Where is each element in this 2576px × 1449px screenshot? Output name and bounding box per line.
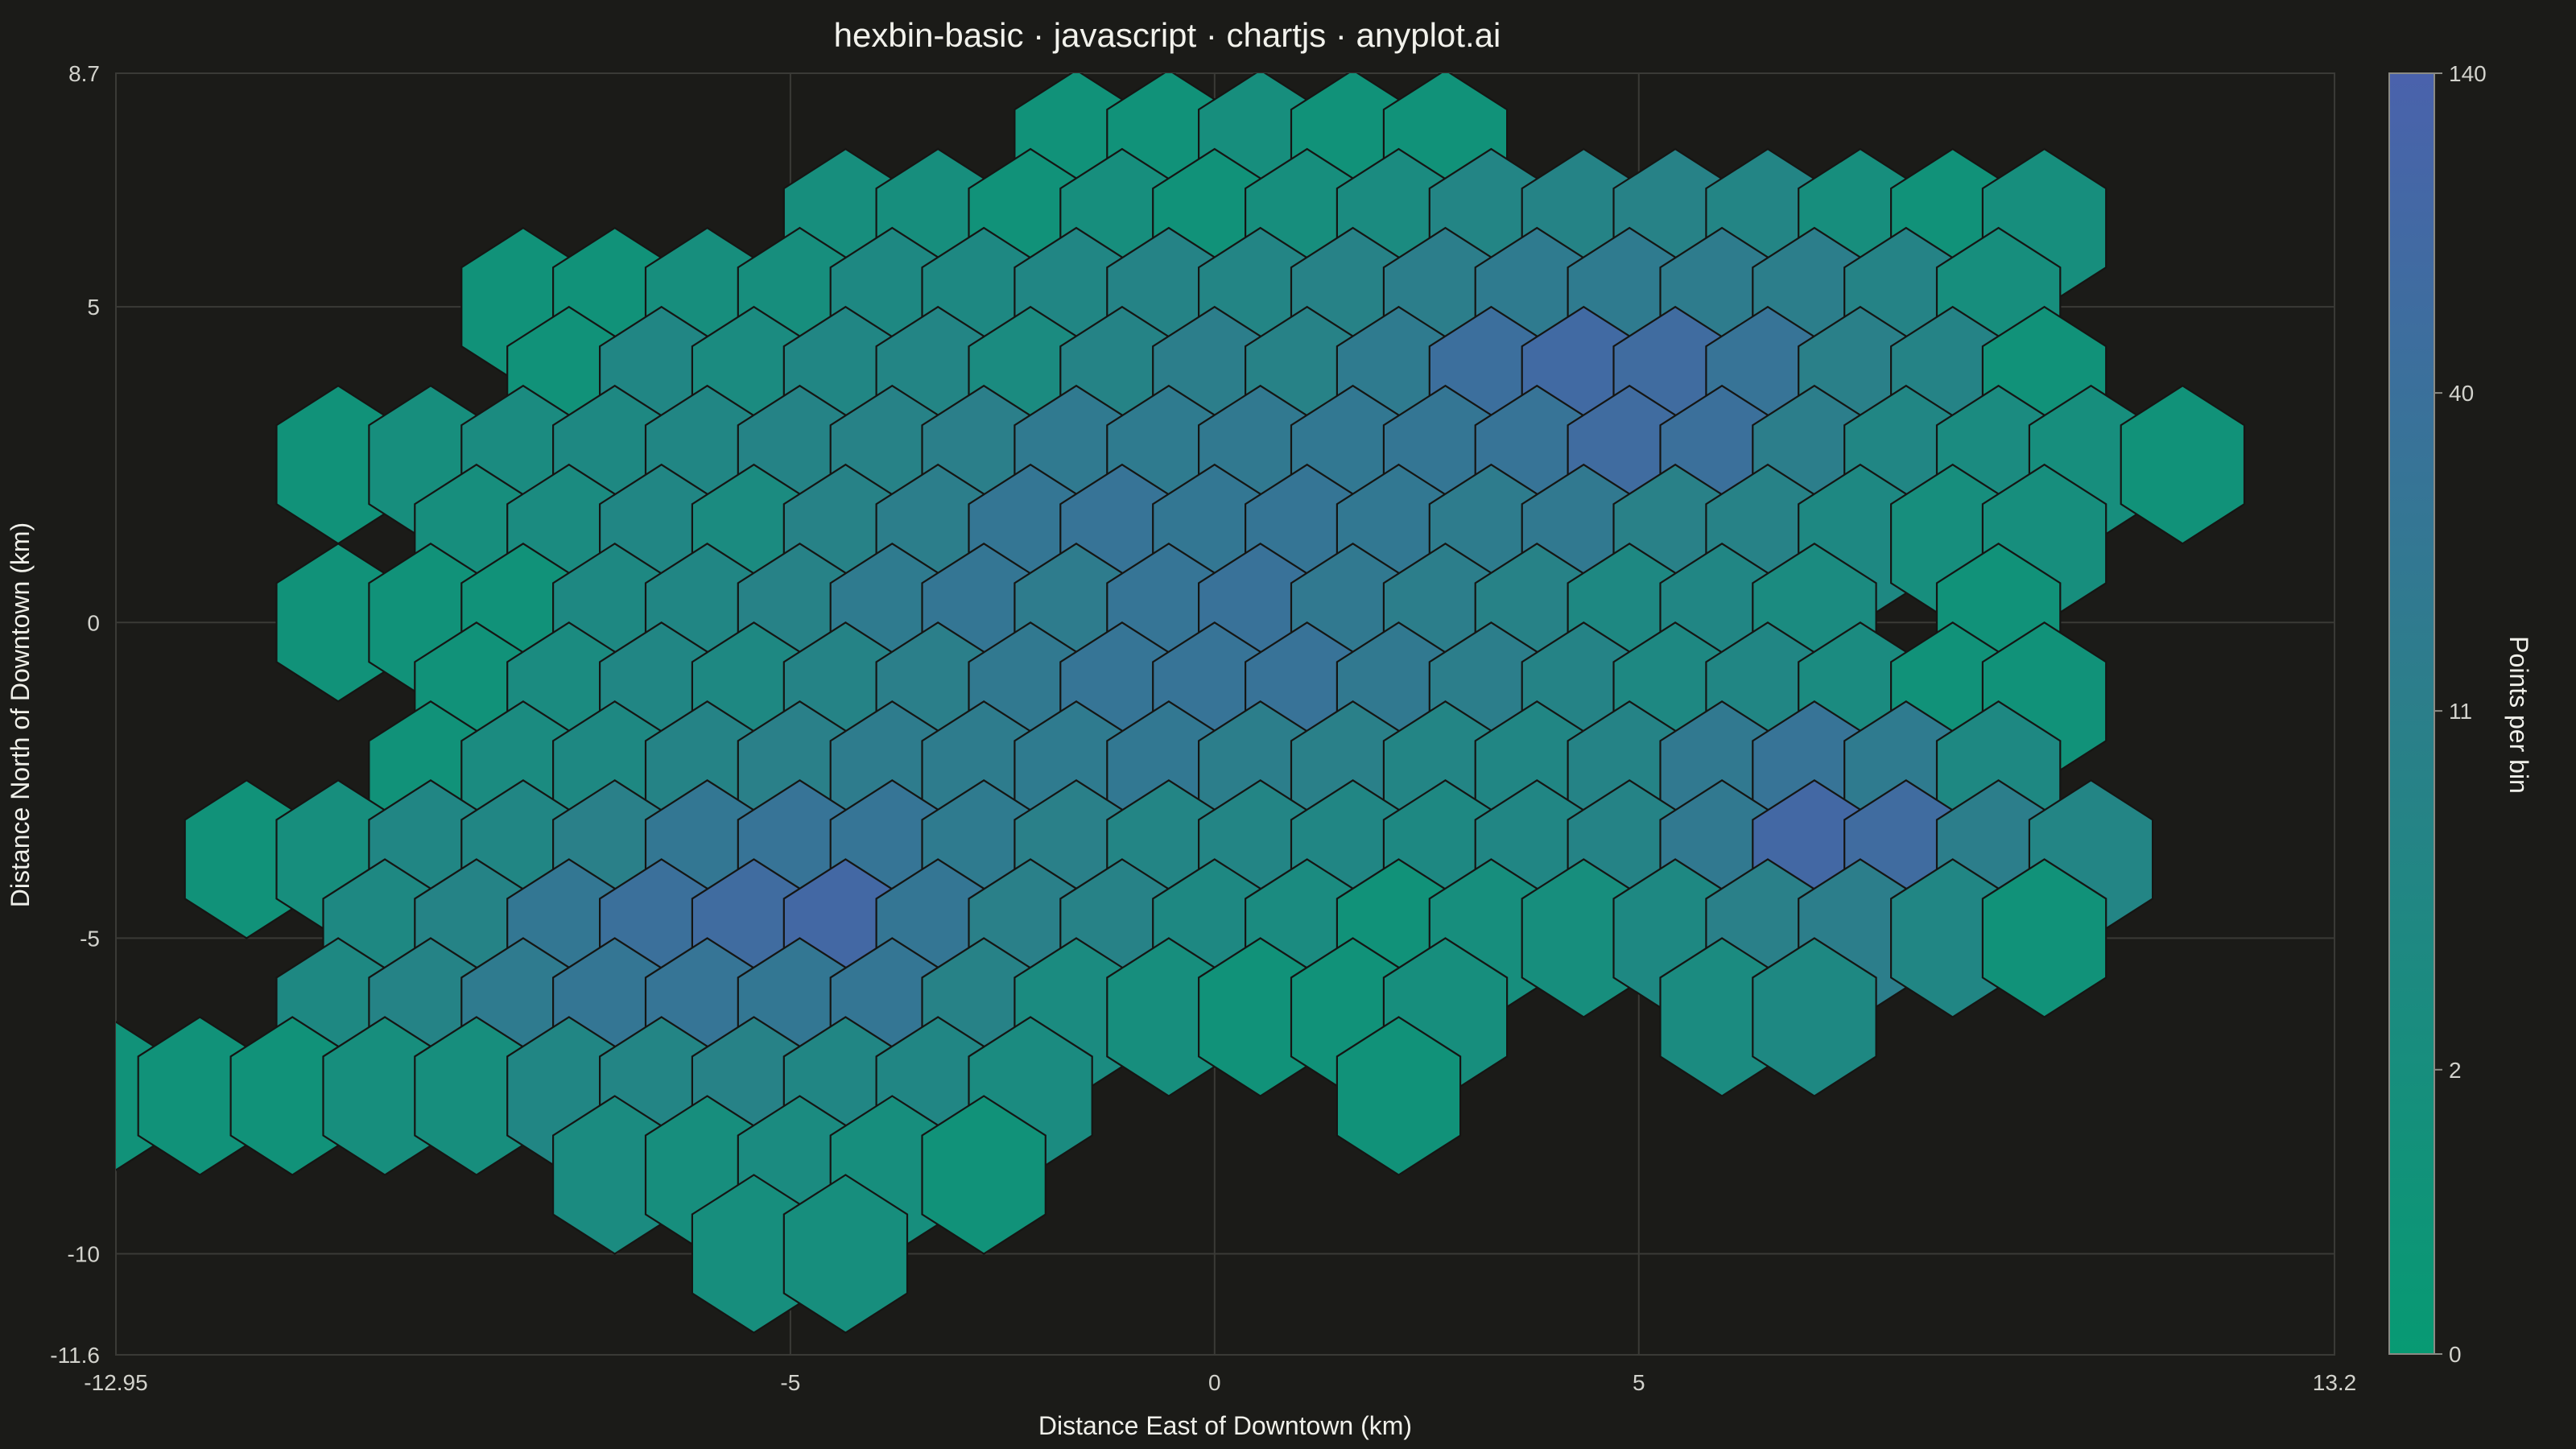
y-tick-label: -10 xyxy=(68,1242,100,1267)
chart-stage: hexbin-basic · javascript · chartjs · an… xyxy=(0,0,2576,1449)
chart-title: hexbin-basic · javascript · chartjs · an… xyxy=(834,16,1501,54)
colorbar: 140 40 11 2 0 Points per bin xyxy=(2388,61,2533,1367)
x-axis-label: Distance East of Downtown (km) xyxy=(1038,1411,1412,1440)
y-tick-label: 0 xyxy=(87,610,100,635)
x-tick-label: 0 xyxy=(1208,1370,1221,1395)
x-tick-label: -5 xyxy=(780,1370,800,1395)
x-tick-label: -12.95 xyxy=(84,1370,147,1395)
y-tick-label: 5 xyxy=(87,295,100,320)
y-axis-label: Distance North of Downtown (km) xyxy=(6,522,35,907)
x-tick-label: 5 xyxy=(1633,1370,1645,1395)
y-tick-label: 8.7 xyxy=(68,61,100,86)
y-tick-label: -11.6 xyxy=(50,1343,100,1368)
colorbar-tick-label: 11 xyxy=(2449,699,2472,724)
colorbar-label: Points per bin xyxy=(2504,636,2533,794)
colorbar-gradient xyxy=(2388,72,2435,1355)
y-tick-label: -5 xyxy=(80,926,100,951)
colorbar-tick-label: 140 xyxy=(2449,61,2487,86)
colorbar-tick-label: 2 xyxy=(2449,1058,2462,1083)
colorbar-tick-label: 0 xyxy=(2449,1342,2462,1367)
hexbin-chart: hexbin-basic · javascript · chartjs · an… xyxy=(6,16,2533,1440)
hexbin-cells xyxy=(116,73,2246,1334)
x-tick-label: 13.2 xyxy=(2313,1370,2357,1395)
hex-bin xyxy=(2120,384,2246,545)
colorbar-ticks: 140 40 11 2 0 xyxy=(2434,61,2487,1367)
colorbar-tick-label: 40 xyxy=(2449,381,2474,406)
